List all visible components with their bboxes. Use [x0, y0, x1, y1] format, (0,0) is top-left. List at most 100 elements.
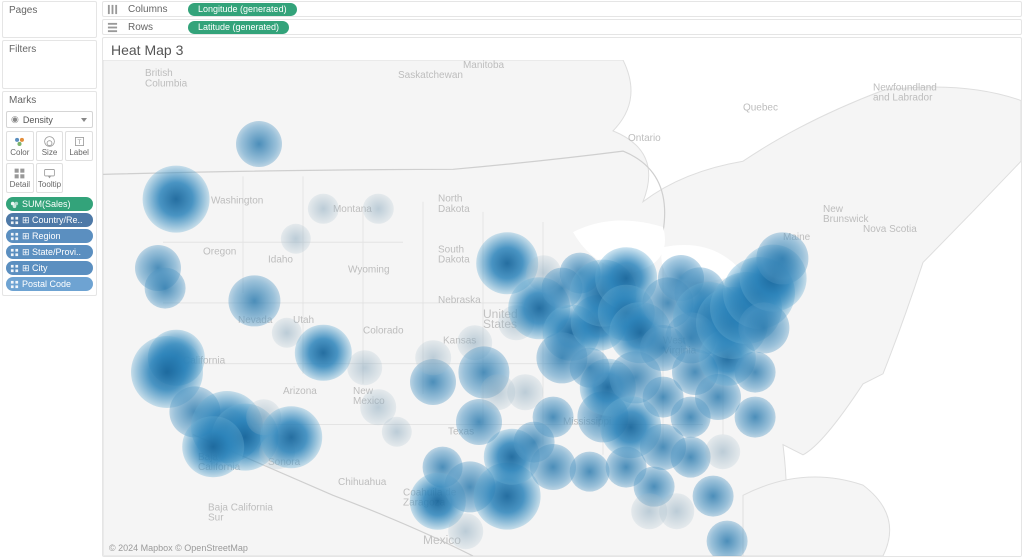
density-blob	[281, 223, 311, 253]
density-blob	[606, 446, 647, 487]
mark-pill-4[interactable]: ⊞ City	[6, 261, 93, 275]
density-blob	[145, 268, 186, 309]
pages-panel: Pages	[2, 1, 97, 38]
density-blob	[483, 429, 539, 485]
pages-body[interactable]	[3, 19, 96, 37]
density-blob	[236, 121, 282, 167]
density-blob	[695, 374, 741, 420]
density-blob	[308, 194, 338, 224]
marks-header: Marks	[3, 92, 96, 109]
density-blob	[580, 359, 636, 415]
tooltip-icon	[43, 167, 56, 180]
density-blob	[131, 336, 203, 408]
detail-swatch-icon	[9, 263, 19, 273]
label-button[interactable]: T Label	[65, 131, 93, 161]
density-blob	[169, 387, 220, 438]
detail-icon	[13, 167, 26, 180]
density-blob	[480, 375, 516, 411]
density-blob	[670, 397, 711, 438]
size-icon	[43, 135, 56, 148]
detail-button[interactable]: Detail	[6, 163, 34, 193]
density-blob	[696, 287, 768, 359]
density-blob	[498, 305, 534, 341]
density-blob	[672, 349, 718, 395]
density-blob	[347, 350, 383, 386]
svg-text:T: T	[77, 139, 81, 146]
columns-pill[interactable]: Longitude (generated)	[188, 3, 297, 16]
density-blob	[448, 513, 484, 549]
columns-shelf[interactable]: Columns Longitude (generated)	[102, 1, 1022, 17]
density-blob	[569, 347, 610, 388]
color-button[interactable]: Color	[6, 131, 34, 161]
density-blob	[530, 444, 576, 490]
detail-swatch-icon	[9, 279, 19, 289]
density-blob	[659, 494, 695, 530]
density-blob	[640, 325, 686, 371]
mark-type-selector[interactable]: ◉ Density	[6, 111, 93, 128]
mark-pill-label: Postal Code	[22, 279, 71, 289]
density-blob	[361, 389, 397, 425]
mark-pill-3[interactable]: ⊞ State/Provi..	[6, 245, 93, 259]
density-blob	[569, 451, 610, 492]
viz-title: Heat Map 3	[103, 38, 1021, 60]
mark-pill-1[interactable]: ⊞ Country/Re..	[6, 213, 93, 227]
density-blob	[410, 359, 456, 405]
rows-pill[interactable]: Latitude (generated)	[188, 21, 289, 34]
density-blob	[570, 260, 637, 327]
density-blob	[422, 446, 463, 487]
density-blob	[229, 275, 280, 326]
density-blob	[474, 463, 541, 530]
filters-header: Filters	[3, 41, 96, 58]
density-blob	[246, 399, 282, 435]
density-blob	[610, 352, 661, 403]
density-blob	[457, 325, 493, 361]
density-blob	[738, 302, 789, 353]
density-blob	[598, 285, 654, 341]
tooltip-button[interactable]: Tooltip	[36, 163, 64, 193]
density-blob	[674, 268, 725, 319]
map-canvas[interactable]: BritishColumbiaSaskatchewanManitobaOntar…	[103, 60, 1021, 556]
density-blob	[670, 436, 711, 477]
rows-label: Rows	[128, 22, 178, 33]
density-blob	[526, 255, 562, 291]
density-blob	[416, 340, 452, 376]
density-blob	[640, 424, 686, 470]
mark-pill-0[interactable]: SUM(Sales)	[6, 197, 93, 211]
mark-type-label: Density	[23, 115, 53, 125]
detail-swatch-icon	[9, 247, 19, 257]
density-blob	[143, 165, 210, 232]
density-blob	[609, 302, 671, 364]
density-heat-layer	[103, 60, 1021, 556]
density-blob	[757, 233, 808, 284]
columns-label: Columns	[128, 4, 178, 15]
density-blob	[578, 392, 629, 443]
density-blob	[135, 245, 181, 291]
size-button[interactable]: Size	[36, 131, 64, 161]
detail-swatch-icon	[9, 231, 19, 241]
rows-icon	[107, 22, 118, 33]
mark-pill-label: ⊞ State/Provi..	[22, 247, 81, 258]
map-attribution: © 2024 Mapbox © OpenStreetMap	[109, 543, 248, 553]
filters-body[interactable]	[3, 58, 96, 88]
density-blob	[734, 352, 775, 393]
marks-panel: Marks ◉ Density Color Size T	[2, 91, 97, 296]
density-blob	[382, 417, 412, 447]
rows-shelf[interactable]: Rows Latitude (generated)	[102, 19, 1022, 35]
density-blob	[571, 295, 627, 351]
filters-panel: Filters	[2, 40, 97, 89]
density-blob	[723, 257, 795, 329]
pages-header: Pages	[3, 2, 96, 19]
density-blob	[633, 466, 674, 507]
density-blob	[705, 434, 741, 470]
mark-pill-2[interactable]: ⊞ Region	[6, 229, 93, 243]
mark-pill-5[interactable]: Postal Code	[6, 277, 93, 291]
density-blob	[542, 268, 583, 309]
marks-pill-list: SUM(Sales) ⊞ Country/Re.. ⊞ Region ⊞ State/…	[6, 197, 93, 291]
density-blob	[536, 332, 587, 383]
density-blob	[476, 233, 538, 295]
density-blob	[643, 377, 684, 418]
density-blob	[182, 416, 244, 478]
density-blob	[631, 494, 667, 530]
density-icon: ◉	[11, 114, 19, 125]
density-blob	[148, 329, 204, 385]
